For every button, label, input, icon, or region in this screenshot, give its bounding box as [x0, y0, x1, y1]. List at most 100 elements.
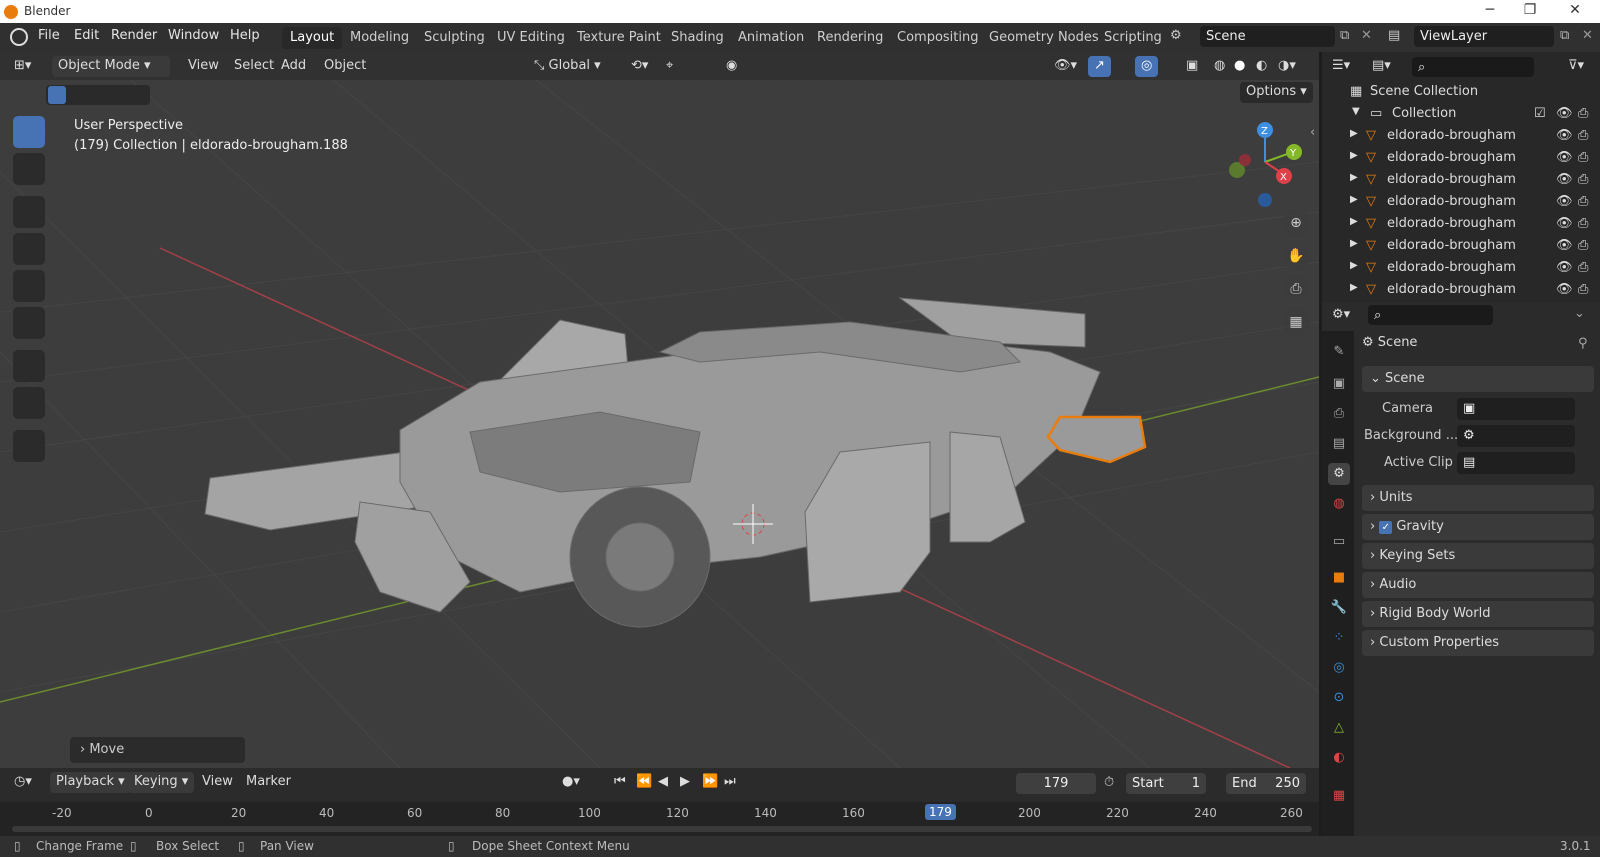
- current-frame-field[interactable]: 179: [1016, 773, 1096, 794]
- view-layer-field[interactable]: ViewLayer: [1414, 26, 1554, 47]
- rendered-shading-icon[interactable]: ◑▾: [1272, 56, 1302, 77]
- measure-tool-icon[interactable]: [13, 387, 45, 419]
- menu-view[interactable]: View: [182, 56, 225, 77]
- material-shading-icon[interactable]: ◐: [1250, 56, 1273, 77]
- pin-icon[interactable]: ⚲: [1578, 336, 1588, 351]
- modifiers-tab-icon[interactable]: 🔧: [1328, 597, 1350, 619]
- outliner-object-row[interactable]: ▶ ▽ eldorado-brougham 👁 ⎙: [1322, 216, 1600, 238]
- background-field[interactable]: ⚙: [1457, 425, 1575, 447]
- properties-search-input[interactable]: ⌕: [1368, 305, 1493, 325]
- cursor-tool-icon[interactable]: [13, 153, 45, 185]
- frame-ruler[interactable]: -20 0 20 40 60 80 100 120 140 160 179 20…: [0, 802, 1319, 836]
- constraints-tab-icon[interactable]: ⊙: [1328, 687, 1350, 709]
- eye-icon[interactable]: 👁: [1556, 282, 1573, 297]
- menu-playback[interactable]: Playback ▾: [50, 772, 131, 793]
- transform-tool-icon[interactable]: [13, 307, 45, 339]
- sidebar-toggle-icon[interactable]: ‹: [1310, 125, 1315, 140]
- timeline[interactable]: ◷▾ Playback ▾ Keying ▾ View Marker ●▾ ⏮ …: [0, 768, 1319, 836]
- menu-file[interactable]: File: [38, 28, 60, 43]
- jump-end-icon[interactable]: ⏭: [718, 772, 742, 793]
- pivot-icon[interactable]: ⟲▾: [625, 56, 654, 77]
- particles-tab-icon[interactable]: ⁘: [1328, 627, 1350, 649]
- camera-icon[interactable]: ⎙: [1578, 216, 1588, 231]
- play-reverse-icon[interactable]: ◀: [652, 772, 674, 793]
- properties-panel-header[interactable]: › Audio: [1362, 572, 1594, 598]
- expand-icon[interactable]: ▶: [1350, 282, 1358, 293]
- menu-render[interactable]: Render: [111, 28, 157, 43]
- properties-panel-header[interactable]: › ✓ Gravity: [1362, 514, 1594, 540]
- move-tool-icon[interactable]: [13, 196, 45, 228]
- properties-editor-icon[interactable]: ⚙▾: [1326, 305, 1356, 326]
- close-icon[interactable]: ✕: [1560, 2, 1590, 18]
- tab-scripting[interactable]: Scripting: [1096, 27, 1170, 49]
- tab-sculpting[interactable]: Sculpting: [416, 27, 493, 49]
- restore-icon[interactable]: ❐: [1515, 2, 1545, 18]
- properties-editor[interactable]: ⚙▾ ⌕ ⌄ ✎ ▣ ⎙ ▤ ⚙ ◍ ▭ ■ 🔧 ⁘ ◎ ⊙ △ ◐ ▦ ⚙ S…: [1322, 303, 1600, 836]
- menu-help[interactable]: Help: [230, 28, 260, 43]
- select-mode-buttons[interactable]: [46, 85, 150, 105]
- eye-icon[interactable]: 👁: [1556, 172, 1573, 187]
- camera-icon[interactable]: ⎙: [1578, 150, 1588, 165]
- tab-modeling[interactable]: Modeling: [342, 27, 417, 49]
- active-clip-field[interactable]: ▤: [1457, 452, 1575, 474]
- output-tab-icon[interactable]: ⎙: [1328, 403, 1350, 425]
- rotate-tool-icon[interactable]: [13, 233, 45, 265]
- camera-view-icon[interactable]: ⎙: [1282, 275, 1310, 303]
- camera-icon[interactable]: ⎙: [1578, 194, 1588, 209]
- collection-tab-icon[interactable]: ▭: [1328, 531, 1350, 553]
- menu-select[interactable]: Select: [228, 56, 280, 77]
- collapse-icon[interactable]: ▼: [1352, 106, 1360, 117]
- zoom-icon[interactable]: ⊕: [1282, 209, 1310, 237]
- outliner-object-row[interactable]: ▶ ▽ eldorado-brougham 👁 ⎙: [1322, 260, 1600, 282]
- expand-icon[interactable]: ▶: [1350, 150, 1358, 161]
- new-scene-icon[interactable]: ⧉: [1340, 28, 1349, 43]
- scene-name-field[interactable]: Scene: [1200, 26, 1335, 47]
- perspective-grid-icon[interactable]: ▦: [1282, 308, 1310, 336]
- pan-hand-icon[interactable]: ✋: [1282, 242, 1310, 270]
- world-tab-icon[interactable]: ◍: [1328, 493, 1350, 515]
- outliner-search-input[interactable]: ⌕: [1412, 57, 1534, 77]
- mode-select[interactable]: Object Mode ▾: [52, 56, 170, 77]
- properties-panel-header[interactable]: › Units: [1362, 485, 1594, 511]
- start-frame-field[interactable]: Start 1: [1126, 773, 1206, 794]
- tab-texture-paint[interactable]: Texture Paint: [569, 27, 669, 49]
- expand-icon[interactable]: ▶: [1350, 194, 1358, 205]
- outliner-object-row[interactable]: ▶ ▽ eldorado-brougham 👁 ⎙: [1322, 150, 1600, 172]
- view-layer-icon[interactable]: ▤: [1388, 28, 1400, 43]
- timeline-editor-icon[interactable]: ◷▾: [8, 772, 38, 793]
- eye-icon[interactable]: 👁: [1556, 216, 1573, 231]
- camera-icon[interactable]: ⎙: [1578, 282, 1588, 297]
- checkbox-icon[interactable]: ☑: [1534, 106, 1546, 121]
- scene-panel-header[interactable]: ⌄ Scene: [1362, 366, 1594, 392]
- navigation-gizmo[interactable]: Z Y X: [1225, 120, 1305, 210]
- tab-geometry-nodes[interactable]: Geometry Nodes: [981, 27, 1107, 49]
- snap-icon[interactable]: ⌖: [660, 56, 679, 77]
- new-view-layer-icon[interactable]: ⧉: [1560, 28, 1569, 43]
- menu-add[interactable]: Add: [275, 56, 312, 77]
- expand-icon[interactable]: ▶: [1350, 172, 1358, 183]
- blender-menu-icon[interactable]: [10, 28, 28, 46]
- stopwatch-icon[interactable]: ⏱: [1104, 775, 1114, 790]
- tool-tab-icon[interactable]: ✎: [1328, 341, 1350, 363]
- eye-icon[interactable]: 👁: [1556, 128, 1573, 143]
- camera-icon[interactable]: ⎙: [1578, 172, 1588, 187]
- eye-icon[interactable]: 👁: [1556, 260, 1573, 275]
- overlays-toggle-icon[interactable]: ◎: [1135, 56, 1159, 77]
- timeline-scrollbar[interactable]: [12, 826, 1312, 832]
- scene-tab-icon[interactable]: ⚙: [1328, 463, 1350, 485]
- xray-icon[interactable]: ▣: [1180, 56, 1204, 77]
- physics-tab-icon[interactable]: ◎: [1328, 657, 1350, 679]
- gravity-checkbox[interactable]: ✓: [1379, 521, 1393, 534]
- gizmo-toggle-icon[interactable]: ↗: [1088, 56, 1111, 77]
- expand-icon[interactable]: ▶: [1350, 260, 1358, 271]
- tab-animation[interactable]: Animation: [730, 27, 812, 49]
- menu-window[interactable]: Window: [168, 28, 219, 43]
- expand-icon[interactable]: ▶: [1350, 128, 1358, 139]
- play-icon[interactable]: ▶: [674, 772, 696, 793]
- collection-row[interactable]: ▼ ▭ Collection ☑ 👁 ⎙: [1322, 106, 1600, 128]
- proportional-edit-icon[interactable]: ◉: [720, 56, 743, 77]
- properties-panel-header[interactable]: › Rigid Body World: [1362, 601, 1594, 627]
- menu-timeline-view[interactable]: View: [196, 772, 239, 793]
- select-new-icon[interactable]: [48, 86, 66, 104]
- scene-icon[interactable]: ⚙: [1170, 28, 1182, 43]
